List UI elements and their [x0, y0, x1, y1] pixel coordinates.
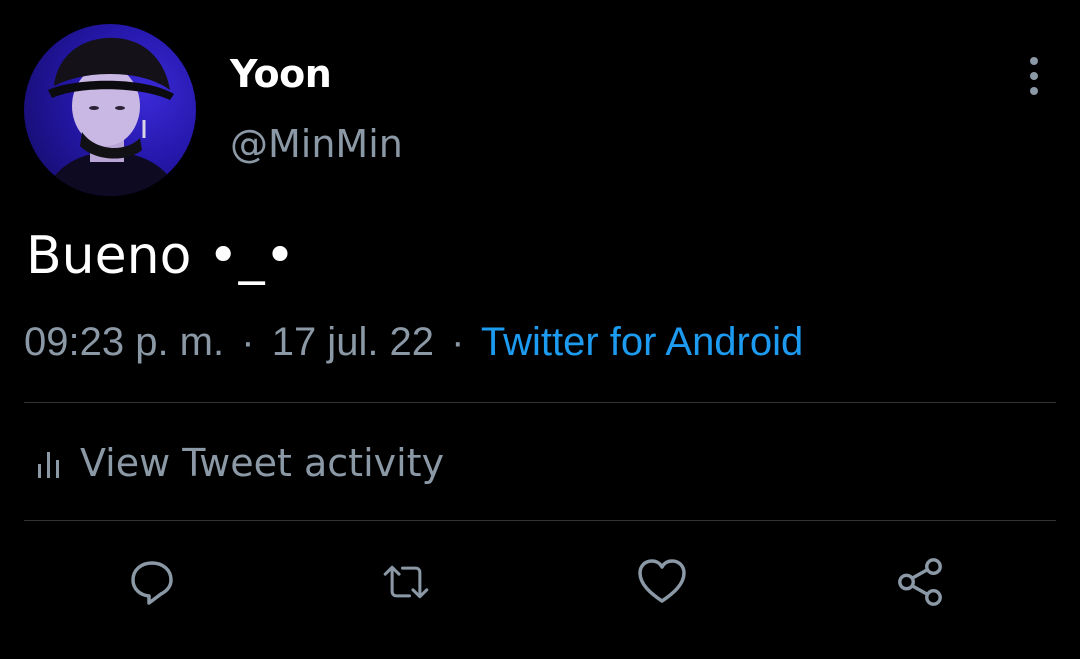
meta-separator: · [241, 320, 255, 364]
activity-label: View Tweet activity [80, 441, 445, 485]
avatar[interactable] [24, 24, 196, 196]
more-options-button[interactable] [1016, 54, 1052, 98]
retweet-button[interactable] [380, 556, 432, 608]
retweet-icon [383, 565, 429, 599]
avatar-image [44, 37, 179, 196]
reply-icon [131, 561, 173, 605]
divider [24, 520, 1056, 521]
share-icon [898, 558, 942, 606]
tweet-text: Bueno •_• [26, 226, 296, 286]
divider [24, 402, 1056, 403]
bar-chart-icon [38, 452, 59, 478]
like-button[interactable] [636, 556, 688, 608]
tweet-time: 09:23 p. m. [24, 320, 225, 364]
more-dot [1030, 72, 1038, 80]
tweet-date: 17 jul. 22 [271, 320, 435, 364]
heart-icon [638, 559, 686, 603]
more-dot [1030, 87, 1038, 95]
share-button[interactable] [894, 556, 946, 608]
reply-button[interactable] [126, 556, 178, 608]
tweet-metadata: 09:23 p. m. · 17 jul. 22 · Twitter for A… [24, 320, 803, 365]
tweet-source-link[interactable]: Twitter for Android [481, 320, 803, 364]
user-handle[interactable]: @MinMin [230, 122, 403, 166]
meta-separator: · [451, 320, 465, 364]
view-tweet-activity-button[interactable]: View Tweet activity [36, 438, 444, 488]
tweet-detail: Yoon @MinMin Bueno •_• 09:23 p. m. · 17 … [0, 0, 1080, 659]
more-dot [1030, 57, 1038, 65]
display-name[interactable]: Yoon [230, 52, 332, 96]
